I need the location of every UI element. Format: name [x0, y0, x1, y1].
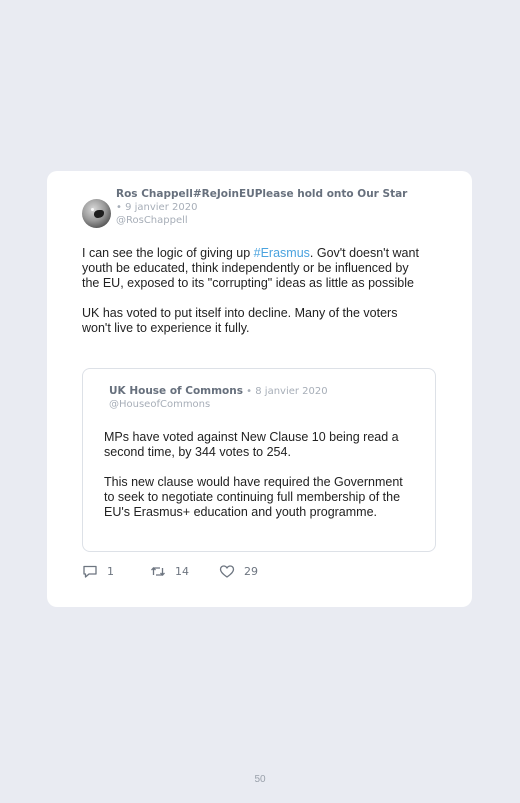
author-handle[interactable]: @RosChappell — [116, 214, 416, 227]
quoted-paragraph-2: This new clause would have required the … — [104, 475, 403, 519]
tweet-header: Ros Chappell#ReJoinEUPlease hold onto Ou… — [116, 188, 416, 227]
quoted-tweet[interactable]: UK House of Commons • 8 janvier 2020 @Ho… — [82, 368, 436, 552]
retweet-button[interactable]: 14 — [150, 562, 189, 580]
tweet-text: I can see the logic of giving up #Erasmu… — [82, 246, 427, 351]
quoted-paragraph-1: MPs have voted against New Clause 10 bei… — [104, 430, 399, 459]
like-count: 29 — [244, 564, 258, 578]
reply-button[interactable]: 1 — [82, 562, 114, 580]
reply-count: 1 — [107, 564, 114, 578]
quoted-tweet-header: UK House of Commons • 8 janvier 2020 @Ho… — [109, 385, 419, 411]
tweet-paragraph-1: I can see the logic of giving up #Erasmu… — [82, 246, 427, 291]
quoted-tweet-text: MPs have voted against New Clause 10 bei… — [104, 430, 414, 535]
avatar[interactable] — [82, 199, 111, 228]
author-name[interactable]: Ros Chappell#ReJoinEUPlease hold onto Ou… — [116, 188, 407, 200]
like-button[interactable]: 29 — [219, 562, 258, 580]
quoted-author-handle[interactable]: @HouseofCommons — [109, 398, 419, 411]
retweet-count: 14 — [175, 564, 189, 578]
reply-icon — [82, 564, 98, 579]
avatar-beak — [94, 210, 104, 218]
retweet-icon — [150, 564, 166, 579]
quoted-tweet-date[interactable]: • 8 janvier 2020 — [243, 386, 327, 397]
avatar-eye — [91, 208, 94, 211]
tweet-paragraph-2: UK has voted to put itself into decline.… — [82, 306, 398, 335]
like-icon — [219, 564, 235, 579]
hashtag-link[interactable]: #Erasmus — [254, 246, 310, 260]
page-number: 50 — [254, 774, 266, 785]
tweet-date[interactable]: • 9 janvier 2020 — [116, 202, 197, 213]
tweet-card: Ros Chappell#ReJoinEUPlease hold onto Ou… — [47, 171, 472, 607]
quoted-author-name[interactable]: UK House of Commons — [109, 385, 243, 397]
tweet-text-start: I can see the logic of giving up — [82, 246, 254, 260]
